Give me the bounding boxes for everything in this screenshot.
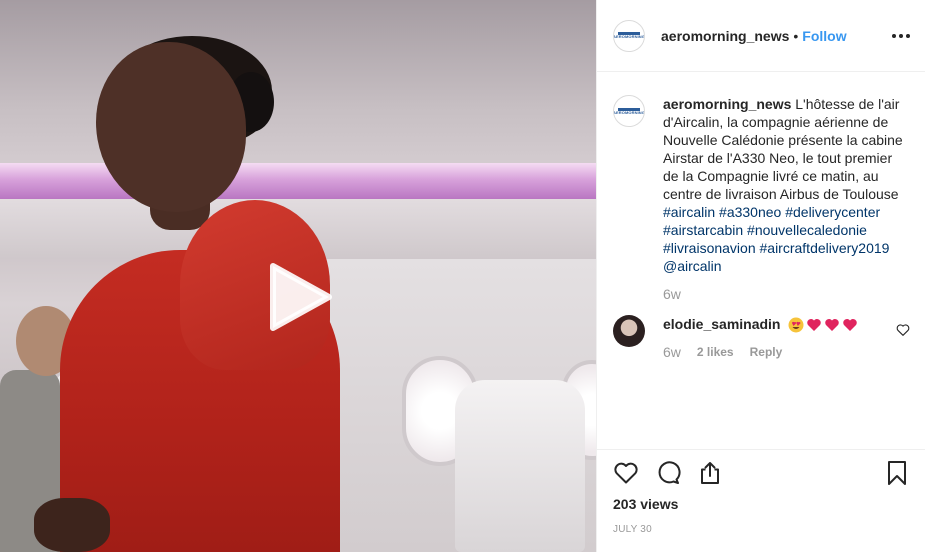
red-heart-emoji [843, 319, 858, 332]
more-options-icon[interactable] [889, 24, 913, 48]
caption-avatar[interactable]: AEROMORNING [613, 95, 645, 127]
post-side-panel: AEROMORNING aeromorning_news • Follow AE… [596, 0, 925, 552]
avatar-logo-text: AEROMORNING [613, 109, 645, 115]
red-heart-emoji [807, 319, 822, 332]
comment-like-icon[interactable] [896, 323, 910, 337]
caption-age: 6w [663, 286, 681, 302]
heart-eyes-emoji [788, 317, 804, 333]
comment-likes[interactable]: 2 likes [697, 343, 734, 361]
post-video[interactable] [0, 0, 596, 552]
bookmark-icon[interactable] [884, 460, 910, 486]
flight-attendant-hand [34, 498, 110, 552]
comment-emojis [788, 317, 858, 333]
separator-dot: • [793, 27, 799, 44]
view-count[interactable]: 203 views [613, 496, 910, 512]
cabin-ambient-light [0, 163, 596, 199]
caption-mention[interactable]: @aircalin [663, 258, 722, 274]
caption-body: aeromorning_news L'hôtesse de l'air d'Ai… [663, 95, 908, 303]
caption: AEROMORNING aeromorning_news L'hôtesse d… [613, 95, 910, 303]
comment-meta: 6w 2 likes Reply [663, 343, 908, 361]
avatar-logo-text: AEROMORNING [613, 34, 645, 39]
comments-section: AEROMORNING aeromorning_news L'hôtesse d… [597, 73, 925, 449]
caption-hashtags[interactable]: #aircalin #a330neo #deliverycenter #airs… [663, 204, 889, 256]
red-heart-emoji [825, 319, 840, 332]
heart-icon[interactable] [613, 460, 639, 486]
comment-body: elodie_saminadin 6w 2 likes Reply [663, 315, 908, 361]
account-username[interactable]: aeromorning_news [661, 28, 789, 44]
play-icon[interactable] [267, 262, 333, 332]
post-header: AEROMORNING aeromorning_news • Follow [597, 0, 925, 72]
comment-icon[interactable] [655, 460, 681, 486]
reply-button[interactable]: Reply [750, 343, 783, 361]
cabin-seat [455, 380, 585, 552]
commenter-avatar[interactable] [613, 315, 645, 347]
follow-button[interactable]: Follow [802, 28, 846, 44]
cabin-ceiling [0, 0, 596, 180]
caption-username[interactable]: aeromorning_news [663, 96, 791, 112]
comment-age: 6w [663, 344, 681, 361]
caption-meta: 6w [663, 285, 908, 303]
share-icon[interactable] [697, 460, 723, 486]
commenter-username[interactable]: elodie_saminadin [663, 316, 780, 332]
post-footer: 203 views JULY 30 [597, 449, 925, 552]
action-bar [613, 450, 910, 496]
account-avatar[interactable]: AEROMORNING [613, 19, 645, 52]
comment-item: elodie_saminadin 6w 2 likes Reply [613, 315, 910, 361]
post-date: JULY 30 [613, 524, 652, 535]
